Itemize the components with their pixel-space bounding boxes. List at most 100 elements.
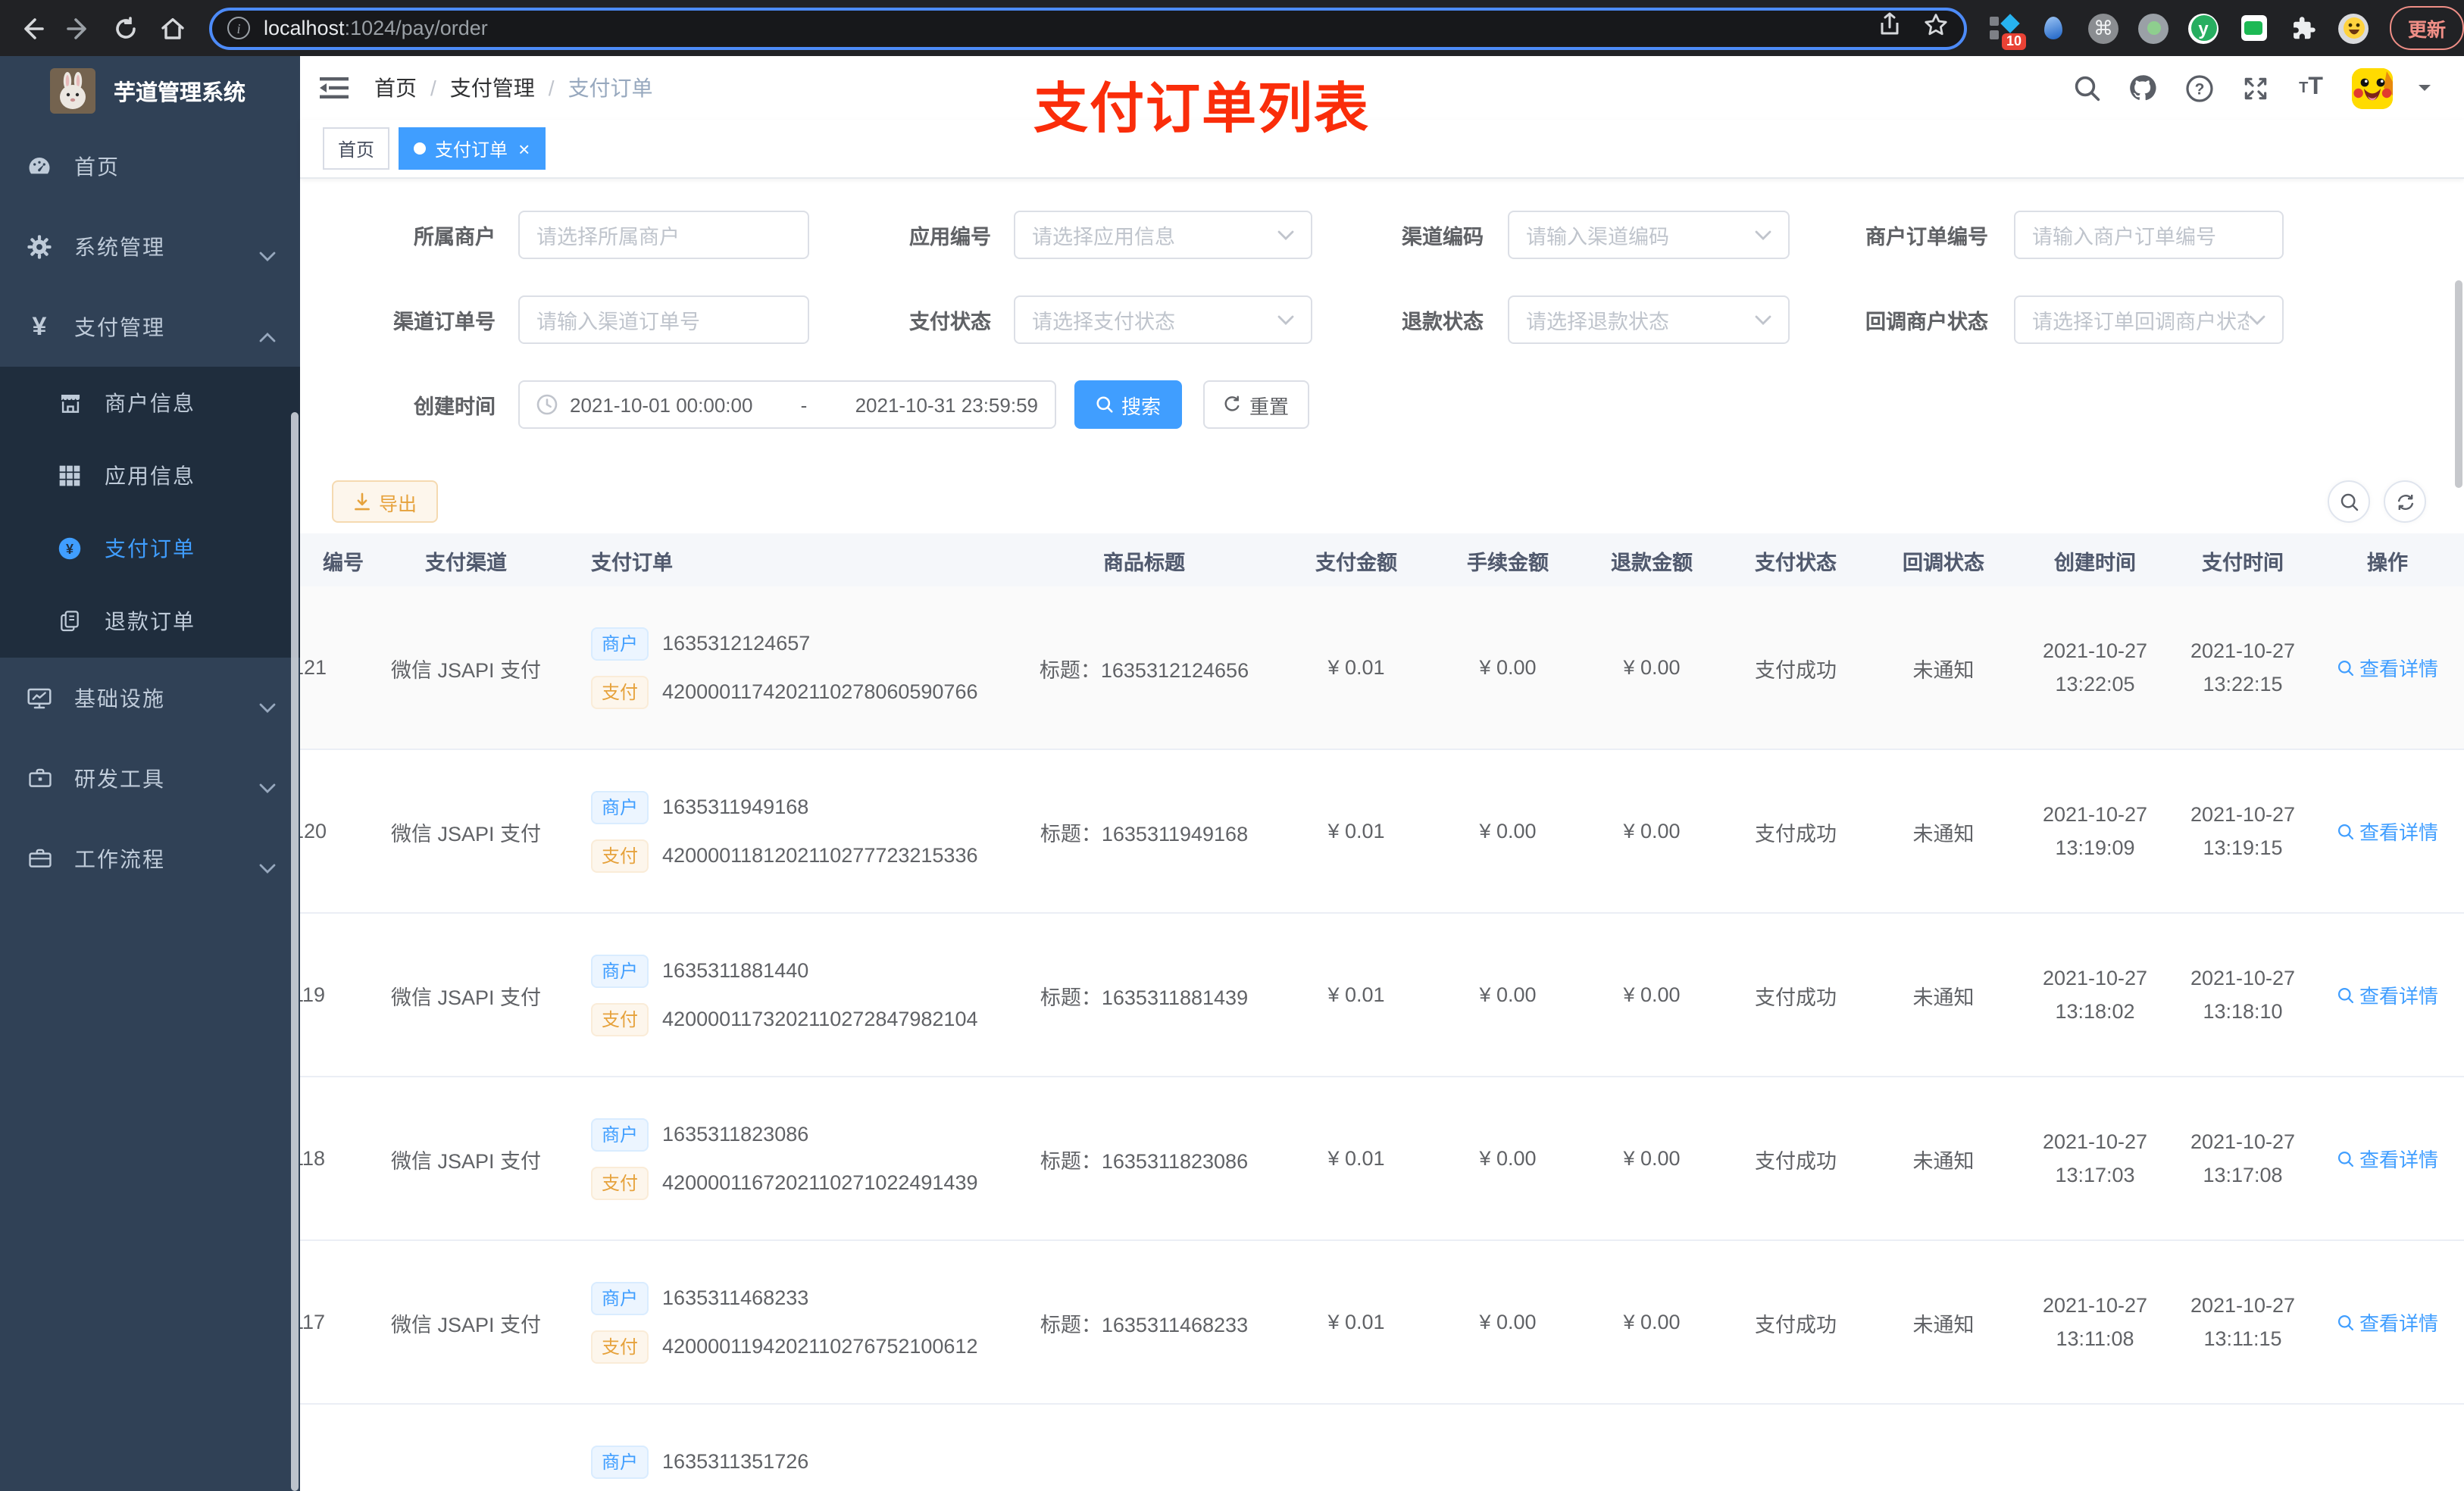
app-title: 芋道管理系统: [114, 81, 245, 105]
sidebar-item-app-info[interactable]: 应用信息: [0, 439, 300, 512]
view-detail-link[interactable]: 查看详情: [2337, 1308, 2438, 1336]
chevron-down-icon: [259, 854, 276, 878]
navbar: 首页 / 支付管理 / 支付订单 ? T T: [300, 56, 2464, 120]
sidebar-item-devtools[interactable]: 研发工具: [0, 738, 300, 818]
sidebar-item-home[interactable]: 首页: [0, 126, 300, 206]
briefcase-icon: [26, 845, 53, 872]
help-icon[interactable]: ?: [2184, 73, 2214, 103]
user-avatar[interactable]: [2352, 67, 2393, 108]
pay-status-select[interactable]: 请选择支付状态: [1014, 295, 1312, 344]
profile-emoji-icon[interactable]: [2338, 13, 2369, 43]
merchant-order-no: 1635311468233: [662, 1286, 809, 1309]
browser-back-icon[interactable]: [15, 11, 48, 45]
extension-y-icon[interactable]: y: [2188, 13, 2219, 43]
page-title: 支付订单列表: [1033, 77, 1371, 139]
channel-order-no: 4200001173202110272847982104: [662, 1008, 978, 1030]
extensions-puzzle-icon[interactable]: [2288, 13, 2319, 43]
view-detail-link[interactable]: 查看详情: [2337, 817, 2438, 846]
sidebar-item-pay[interactable]: ¥ 支付管理: [0, 286, 300, 367]
hamburger-icon[interactable]: [318, 73, 349, 103]
tag-pay-order[interactable]: 支付订单 ×: [399, 127, 546, 170]
date-start: 2021-10-01 00:00:00: [570, 393, 753, 416]
filter-label-merchant: 所属商户: [414, 226, 496, 248]
browser-update-button[interactable]: 更新: [2390, 6, 2464, 50]
bookmark-star-icon[interactable]: [1923, 11, 1949, 45]
sidebar-item-system[interactable]: 系统管理: [0, 206, 300, 286]
search-button[interactable]: 搜索: [1074, 380, 1182, 429]
sidebar-item-refund-order[interactable]: 退款订单: [0, 585, 300, 658]
sidebar-item-workflow[interactable]: 工作流程: [0, 818, 300, 899]
browser-toolbar: i localhost:1024/pay/order 10 ⌘ y 更新: [0, 0, 2464, 56]
breadcrumb-pay[interactable]: 支付管理: [450, 73, 535, 103]
app-select[interactable]: 请选择应用信息: [1014, 211, 1312, 259]
refresh-button[interactable]: [2384, 480, 2426, 523]
screen: i localhost:1024/pay/order 10 ⌘ y 更新 芋道管…: [0, 0, 2464, 1491]
channel-order-no: 4200001194202110276752100612: [662, 1335, 978, 1358]
breadcrumb-current: 支付订单: [568, 76, 653, 100]
chevron-down-icon: [259, 693, 276, 717]
breadcrumb-home[interactable]: 首页: [374, 73, 417, 103]
app-logo: 芋道管理系统: [0, 56, 300, 126]
sidebar-item-pay-order[interactable]: ¥ 支付订单: [0, 512, 300, 585]
chevron-down-icon: [1277, 221, 1294, 248]
pay-badge: 支付: [591, 839, 649, 872]
browser-home-icon[interactable]: [156, 11, 189, 45]
table-row: 118 微信 JSAPI 支付 商户1635311823086 支付420000…: [300, 1077, 2464, 1241]
pay-badge: 支付: [591, 675, 649, 708]
merchant-badge: 商户: [591, 627, 649, 660]
pay-badge: 支付: [591, 1002, 649, 1036]
url-path: :1024/pay/order: [344, 17, 488, 39]
window-scrollbar[interactable]: [2455, 280, 2462, 488]
channel-code-select[interactable]: 请输入渠道编码: [1508, 211, 1790, 259]
sidebar-scrollbar[interactable]: [291, 412, 299, 1491]
merchant-order-no: 1635311823086: [662, 1123, 809, 1146]
monitor-chart-icon: [26, 684, 53, 711]
chevron-down-icon: [1755, 221, 1771, 248]
avatar-caret-icon[interactable]: [2419, 85, 2431, 97]
notify-status-select[interactable]: 请选择订单回调商户状态: [2014, 295, 2284, 344]
github-icon[interactable]: [2128, 73, 2158, 103]
site-info-icon[interactable]: i: [227, 17, 250, 39]
extension-gem-icon[interactable]: [2038, 13, 2068, 43]
browser-reload-icon[interactable]: [109, 11, 142, 45]
merchant-badge: 商户: [591, 1117, 649, 1151]
date-end: 2021-10-31 23:59:59: [855, 393, 1038, 416]
extension-chat-icon[interactable]: [2238, 13, 2269, 43]
tag-home[interactable]: 首页: [323, 127, 390, 170]
browser-forward-icon[interactable]: [62, 11, 95, 45]
font-size-icon[interactable]: TT: [2296, 73, 2326, 103]
sidebar-item-infra[interactable]: 基础设施: [0, 658, 300, 738]
table-row: 120 微信 JSAPI 支付 商户1635311949168 支付420000…: [300, 750, 2464, 914]
refund-status-select[interactable]: 请选择退款状态: [1508, 295, 1790, 344]
share-icon[interactable]: [1878, 11, 1902, 45]
export-button[interactable]: 导出: [332, 480, 438, 523]
merchant-order-no: 1635311949168: [662, 796, 809, 818]
url-bar[interactable]: i localhost:1024/pay/order: [209, 7, 1967, 49]
pay-order-icon: ¥: [56, 535, 83, 562]
chevron-down-icon: [259, 242, 276, 266]
extension-record-icon[interactable]: [2138, 13, 2169, 43]
view-detail-link[interactable]: 查看详情: [2337, 980, 2438, 1009]
channel-order-no-input[interactable]: 请输入渠道订单号: [518, 295, 809, 344]
table-header: 编号 支付渠道 支付订单 商品标题 支付金额 手续金额 退款金额 支付状态 回调…: [300, 533, 2464, 586]
extension-command-icon[interactable]: ⌘: [2088, 13, 2118, 43]
merchant-input[interactable]: 请选择所属商户: [518, 211, 809, 259]
view-detail-link[interactable]: 查看详情: [2337, 1144, 2438, 1173]
tag-close-icon[interactable]: ×: [518, 139, 530, 158]
merchant-badge: 商户: [591, 790, 649, 824]
extension-pinned-icon[interactable]: 10: [1988, 13, 2026, 49]
table-row: 117 微信 JSAPI 支付 商户1635311468233 支付420000…: [300, 1241, 2464, 1405]
merchant-order-no-input[interactable]: 请输入商户订单编号: [2014, 211, 2284, 259]
toggle-search-button[interactable]: [2328, 480, 2370, 523]
filter-label-channel-code: 渠道编码: [1402, 226, 1484, 248]
page-content: 所属商户 请选择所属商户 应用编号 请选择应用信息 渠道编码 请输入渠道编码 商…: [300, 179, 2464, 1491]
reset-button[interactable]: 重置: [1203, 380, 1309, 429]
fullscreen-icon[interactable]: [2240, 73, 2270, 103]
search-icon[interactable]: [2072, 73, 2102, 103]
sidebar-item-merchant-info[interactable]: 商户信息: [0, 367, 300, 439]
filter-label-app: 应用编号: [909, 226, 991, 248]
clock-icon: [536, 394, 558, 415]
create-time-range-input[interactable]: 2021-10-01 00:00:00 - 2021-10-31 23:59:5…: [518, 380, 1056, 429]
pay-badge: 支付: [591, 1330, 649, 1363]
view-detail-link[interactable]: 查看详情: [2337, 653, 2438, 682]
